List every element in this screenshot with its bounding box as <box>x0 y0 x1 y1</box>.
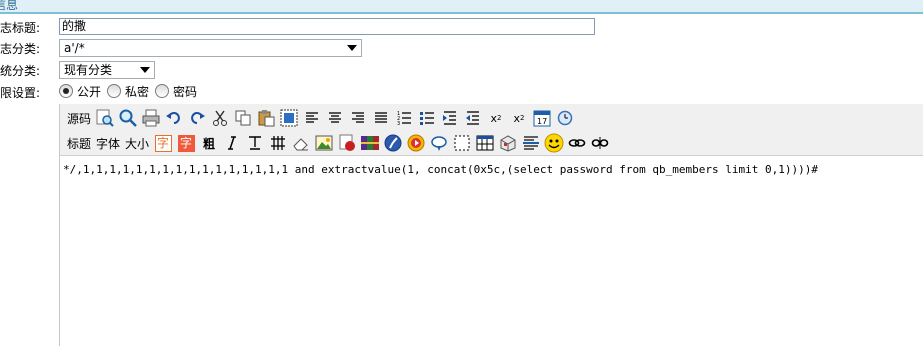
border-icon[interactable] <box>452 133 472 153</box>
bg-color-label: 字 <box>177 134 195 152</box>
italic-icon[interactable] <box>222 133 242 153</box>
emoticon-icon[interactable] <box>544 133 564 153</box>
subscript-digit: 2 <box>497 114 502 122</box>
indent-icon[interactable] <box>440 108 460 128</box>
align-right-icon[interactable] <box>348 108 368 128</box>
source-button[interactable]: 源码 <box>66 108 92 128</box>
unordered-list-icon[interactable] <box>417 108 437 128</box>
system-category-label: 统分类: <box>0 64 41 78</box>
eraser-icon[interactable] <box>291 133 311 153</box>
justify-icon[interactable] <box>371 108 391 128</box>
heading-button[interactable]: 标题 <box>66 133 92 153</box>
select-all-icon[interactable] <box>279 108 299 128</box>
category-select[interactable]: a'/* <box>59 39 362 57</box>
svg-text:17: 17 <box>537 117 547 126</box>
svg-text:3: 3 <box>397 121 400 126</box>
privacy-password-radio[interactable] <box>155 84 170 98</box>
toolbar-row-2: 标题 字体 大小 字 字 粗 <box>66 131 613 155</box>
ordered-list-icon[interactable]: 123 <box>394 108 414 128</box>
zoom-icon[interactable] <box>118 108 138 128</box>
privacy-private-label: 私密 <box>125 84 150 99</box>
toolbar-row-1: 源码 123 x2 x2 17 <box>66 106 578 130</box>
font-color-label: 字 <box>154 134 172 152</box>
image-icon[interactable] <box>314 133 334 153</box>
time-icon[interactable] <box>555 108 575 128</box>
cut-icon[interactable] <box>210 108 230 128</box>
header-title: 信息 <box>0 0 19 12</box>
system-category-value: 现有分类 <box>64 63 113 77</box>
align-left-icon[interactable] <box>302 108 322 128</box>
category-label: 志分类: <box>0 42 41 56</box>
privacy-private-radio[interactable] <box>107 84 122 98</box>
subscript-icon[interactable]: x2 <box>486 108 506 128</box>
hr-icon[interactable] <box>521 133 541 153</box>
title-label: 志标题: <box>0 21 41 35</box>
editor-content-area[interactable]: */,1,1,1,1,1,1,1,1,1,1,1,1,1,1,1,1 and e… <box>60 160 923 346</box>
underline-icon[interactable] <box>245 133 265 153</box>
table-grid-icon[interactable] <box>475 133 495 153</box>
paste-icon[interactable] <box>256 108 276 128</box>
privacy-password-label: 密码 <box>173 84 198 99</box>
music-icon[interactable] <box>406 133 426 153</box>
media-icon[interactable] <box>360 133 380 153</box>
privacy-options: 公开 私密 密码 <box>59 81 203 101</box>
chevron-down-icon <box>140 67 150 73</box>
table-icon[interactable] <box>268 133 288 153</box>
align-center-icon[interactable] <box>325 108 345 128</box>
redo-icon[interactable] <box>187 108 207 128</box>
date-icon[interactable]: 17 <box>532 108 552 128</box>
superscript-icon[interactable]: x2 <box>509 108 529 128</box>
bg-color-button[interactable]: 字 <box>176 133 196 153</box>
outdent-icon[interactable] <box>463 108 483 128</box>
copy-icon[interactable] <box>233 108 253 128</box>
system-category-select[interactable]: 现有分类 <box>59 61 155 79</box>
print-icon[interactable] <box>141 108 161 128</box>
special-char-icon[interactable] <box>498 133 518 153</box>
unlink-icon[interactable] <box>590 133 610 153</box>
header-bar: 信息 <box>0 0 923 14</box>
privacy-label: 限设置: <box>0 86 41 100</box>
flash-player-icon[interactable] <box>383 133 403 153</box>
flash-icon[interactable] <box>337 133 357 153</box>
font-color-button[interactable]: 字 <box>153 133 173 153</box>
link-bubble-icon[interactable] <box>429 133 449 153</box>
bold-button[interactable]: 粗 <box>199 133 219 153</box>
find-icon[interactable] <box>95 108 115 128</box>
link-icon[interactable] <box>567 133 587 153</box>
privacy-public-radio[interactable] <box>59 84 73 98</box>
category-select-value: a'/* <box>64 41 85 55</box>
font-button[interactable]: 字体 <box>95 133 121 153</box>
superscript-digit: 2 <box>520 114 525 122</box>
undo-icon[interactable] <box>164 108 184 128</box>
privacy-public-label: 公开 <box>77 84 102 99</box>
chevron-down-icon <box>347 45 357 51</box>
title-input[interactable]: 的撒 <box>59 18 595 35</box>
editor-toolbar: 源码 123 x2 x2 17 标题 字体 大小 字 字 粗 <box>60 104 923 156</box>
size-button[interactable]: 大小 <box>124 133 150 153</box>
rich-text-editor: 源码 123 x2 x2 17 标题 字体 大小 字 字 粗 */,1,1,1,… <box>59 104 923 346</box>
